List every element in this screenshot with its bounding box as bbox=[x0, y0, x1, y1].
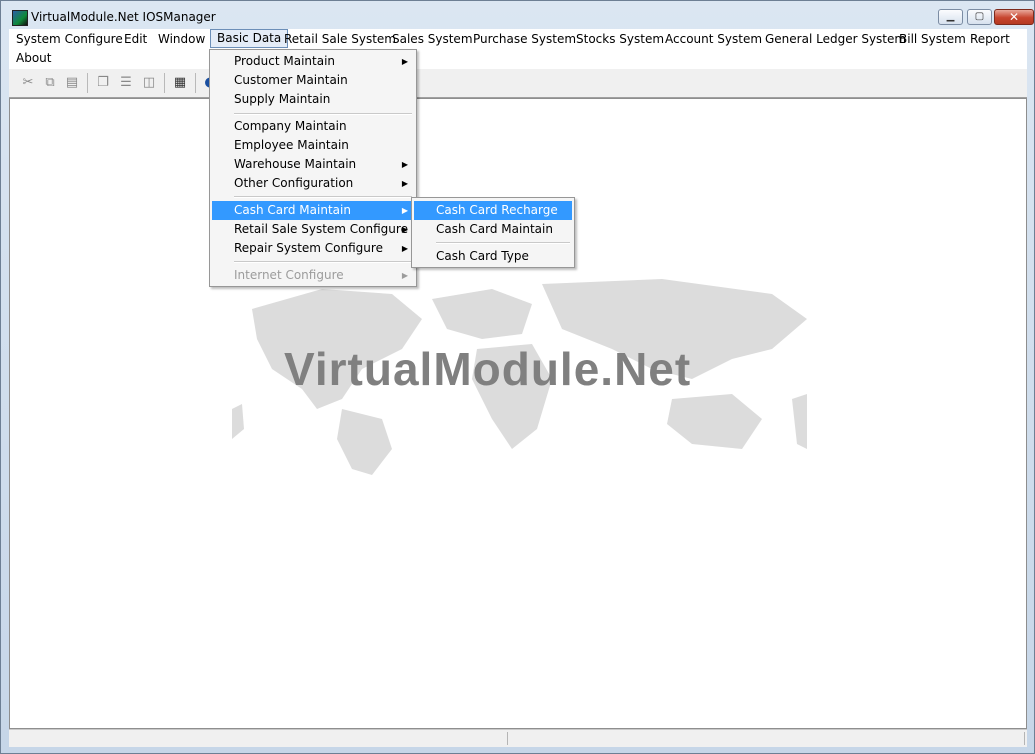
toolbar: ✂ ⧉ ▤ ❐ ☰ ◫ ▦ ● bbox=[9, 69, 1027, 98]
close-button[interactable]: ✕ bbox=[994, 9, 1034, 25]
status-bar bbox=[9, 729, 1027, 747]
copy-icon[interactable]: ⧉ bbox=[42, 75, 58, 91]
menu-item-repair-system-configure[interactable]: Repair System Configure ▶ bbox=[212, 239, 414, 258]
menu-retail-sale-system[interactable]: Retail Sale System bbox=[278, 30, 402, 49]
submenu-arrow-icon: ▶ bbox=[401, 206, 408, 215]
menu-separator bbox=[234, 113, 412, 115]
submenu-arrow-icon: ▶ bbox=[401, 244, 408, 253]
menu-separator bbox=[234, 196, 412, 198]
menu-separator bbox=[234, 261, 412, 263]
menu-item-supply-maintain[interactable]: Supply Maintain bbox=[212, 90, 414, 109]
cut-icon[interactable]: ✂ bbox=[20, 75, 36, 91]
menu-item-customer-maintain[interactable]: Customer Maintain bbox=[212, 71, 414, 90]
menu-general-ledger-system[interactable]: General Ledger System bbox=[759, 30, 912, 49]
menu-system-configure[interactable]: System Configure bbox=[10, 30, 129, 49]
status-pane bbox=[509, 732, 1025, 745]
mdi-client-area[interactable]: VirtualModule.Net bbox=[9, 98, 1027, 729]
menu-item-cash-card-maintain[interactable]: Cash Card Maintain ▶ bbox=[212, 201, 414, 220]
submenu-arrow-icon: ▶ bbox=[401, 179, 408, 188]
maximize-button[interactable]: ▢ bbox=[967, 9, 992, 25]
menu-item-cash-card-recharge[interactable]: Cash Card Recharge bbox=[414, 201, 572, 220]
app-window: VirtualModule.Net IOSManager ▁ ▢ ✕ Syste… bbox=[0, 0, 1035, 754]
menu-item-product-maintain[interactable]: Product Maintain ▶ bbox=[212, 52, 414, 71]
menu-item-other-configuration[interactable]: Other Configuration ▶ bbox=[212, 174, 414, 193]
menu-item-label: Warehouse Maintain bbox=[234, 157, 357, 171]
status-pane bbox=[9, 732, 508, 745]
menu-item-label: Repair System Configure bbox=[234, 241, 383, 255]
menu-separator bbox=[436, 242, 570, 244]
menu-edit[interactable]: Edit bbox=[118, 30, 153, 49]
submenu-arrow-icon: ▶ bbox=[401, 160, 408, 169]
menu-item-label: Retail Sale System Configure bbox=[234, 222, 408, 236]
window-title: VirtualModule.Net IOSManager bbox=[31, 10, 216, 24]
menu-bill-system[interactable]: Bill System bbox=[893, 30, 972, 49]
cash-card-submenu: Cash Card Recharge Cash Card Maintain Ca… bbox=[411, 197, 575, 268]
menu-item-cash-card-type[interactable]: Cash Card Type bbox=[414, 247, 572, 266]
menu-item-label: Employee Maintain bbox=[234, 138, 349, 152]
menu-item-label: Customer Maintain bbox=[234, 73, 348, 87]
menu-item-label: Internet Configure bbox=[234, 268, 344, 282]
menu-bar: System Configure Edit Window Basic Data … bbox=[9, 29, 1027, 69]
menu-item-label: Product Maintain bbox=[234, 54, 336, 68]
menu-item-internet-configure: Internet Configure ▶ bbox=[212, 266, 414, 285]
menu-item-employee-maintain[interactable]: Employee Maintain bbox=[212, 136, 414, 155]
submenu-arrow-icon: ▶ bbox=[401, 57, 408, 66]
toolbar-separator bbox=[87, 73, 88, 93]
menu-report[interactable]: Report bbox=[964, 30, 1016, 49]
menu-item-cash-card-maintain-sub[interactable]: Cash Card Maintain bbox=[414, 220, 572, 239]
paste-icon[interactable]: ▤ bbox=[64, 75, 80, 91]
brand-watermark: VirtualModule.Net bbox=[284, 343, 692, 395]
menu-basic-data[interactable]: Basic Data bbox=[210, 29, 289, 48]
menu-item-warehouse-maintain[interactable]: Warehouse Maintain ▶ bbox=[212, 155, 414, 174]
tile-vertical-icon[interactable]: ◫ bbox=[141, 75, 157, 91]
menu-stocks-system[interactable]: Stocks System bbox=[570, 30, 670, 49]
menu-item-label: Cash Card Maintain bbox=[234, 203, 351, 217]
menu-purchase-system[interactable]: Purchase System bbox=[467, 30, 582, 49]
menu-about[interactable]: About bbox=[10, 49, 57, 68]
minimize-button[interactable]: ▁ bbox=[938, 9, 963, 25]
submenu-arrow-icon: ▶ bbox=[401, 225, 408, 234]
menu-item-label: Company Maintain bbox=[234, 119, 347, 133]
menu-account-system[interactable]: Account System bbox=[659, 30, 768, 49]
menu-window[interactable]: Window bbox=[152, 30, 211, 49]
app-icon[interactable] bbox=[12, 10, 28, 26]
title-bar[interactable]: VirtualModule.Net IOSManager ▁ ▢ ✕ bbox=[1, 1, 1034, 31]
toolbar-separator bbox=[195, 73, 196, 93]
cascade-icon[interactable]: ❐ bbox=[95, 75, 111, 91]
menu-sales-system[interactable]: Sales System bbox=[386, 30, 479, 49]
submenu-arrow-icon: ▶ bbox=[401, 271, 408, 280]
menu-item-retail-sale-system-configure[interactable]: Retail Sale System Configure ▶ bbox=[212, 220, 414, 239]
toolbar-separator bbox=[164, 73, 165, 93]
calculator-icon[interactable]: ▦ bbox=[172, 75, 188, 91]
menu-item-company-maintain[interactable]: Company Maintain bbox=[212, 117, 414, 136]
tile-horizontal-icon[interactable]: ☰ bbox=[118, 75, 134, 91]
menu-item-label: Other Configuration bbox=[234, 176, 354, 190]
menu-item-label: Supply Maintain bbox=[234, 92, 331, 106]
basic-data-menu: Product Maintain ▶ Customer Maintain Sup… bbox=[209, 49, 417, 287]
